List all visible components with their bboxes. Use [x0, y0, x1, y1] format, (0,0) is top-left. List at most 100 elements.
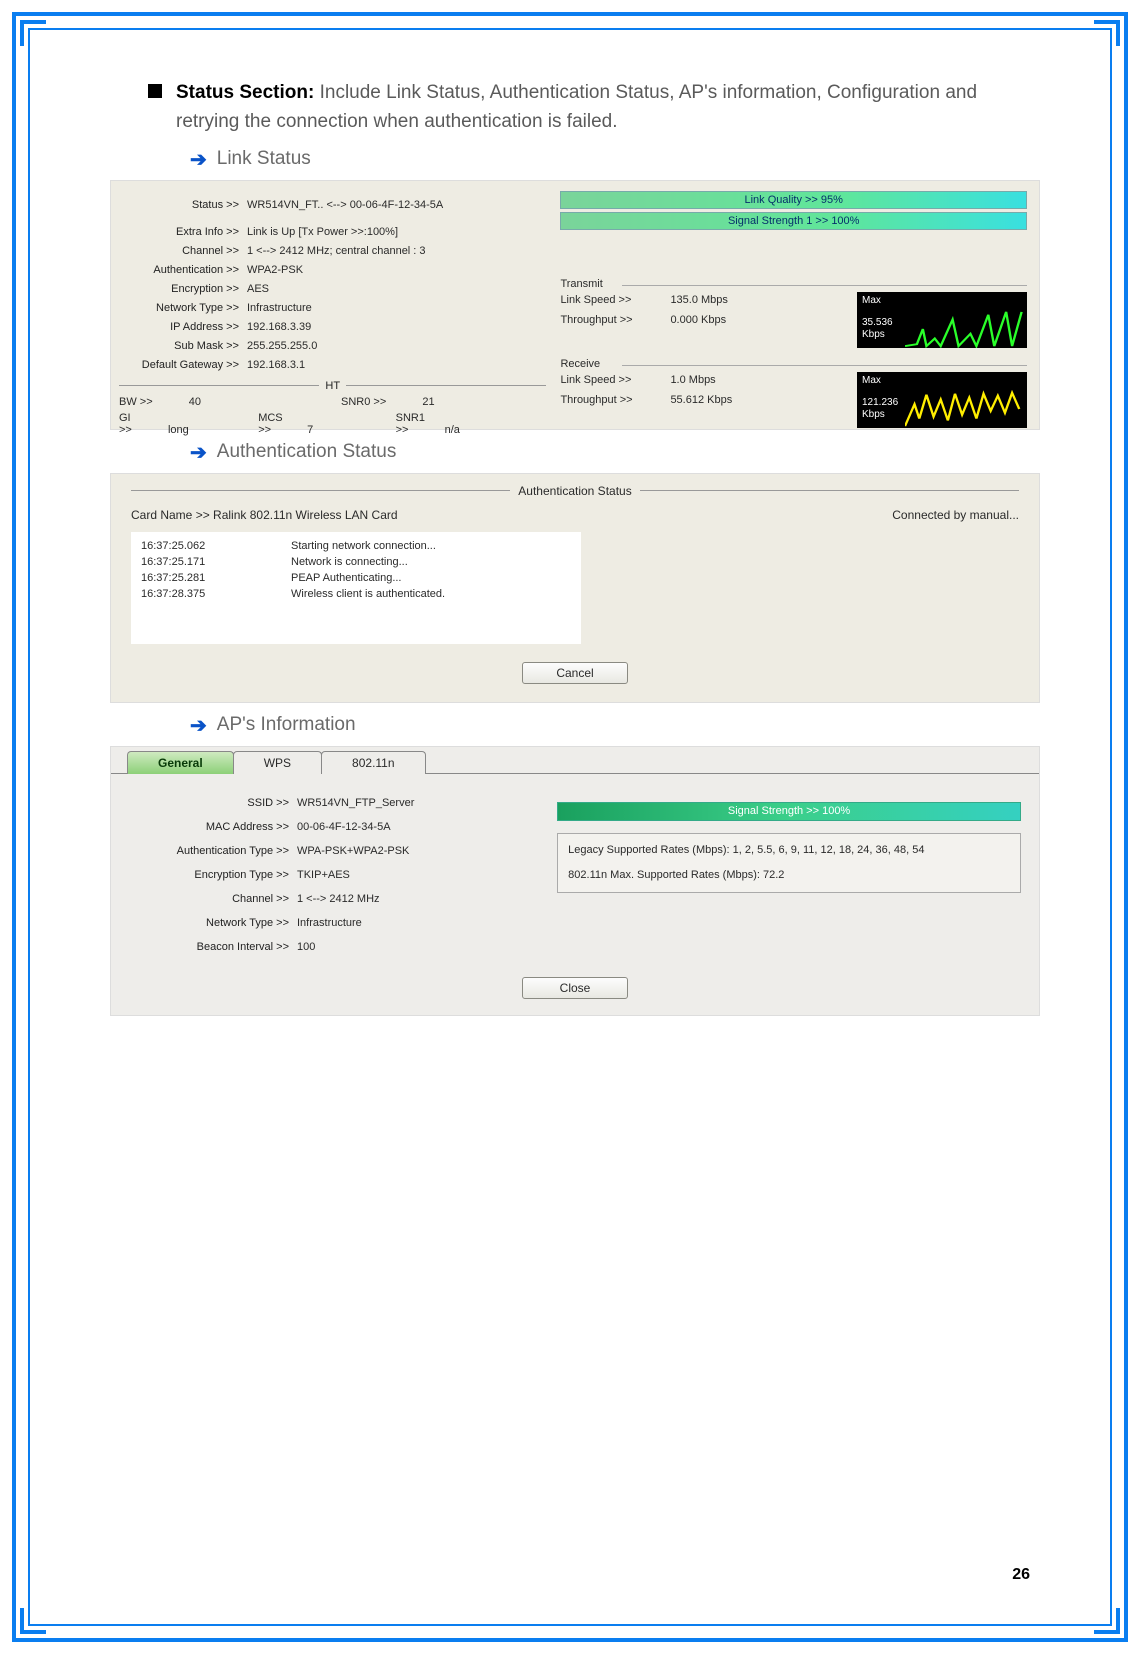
ls-status-v: WR514VN_FT.. <--> 00-06-4F-12-34-5A	[247, 197, 443, 214]
ls-gw-k: Default Gateway >>	[119, 357, 239, 374]
rx-section-label: Receive	[560, 358, 1027, 370]
ap-tabs: General WPS 802.11n	[111, 747, 1039, 774]
ls-mask-k: Sub Mask >>	[119, 338, 239, 355]
ls-mcs-k: MCS >>	[258, 412, 282, 436]
ls-snr1-v: n/a	[445, 424, 460, 436]
arrow-icon: ➔	[190, 147, 207, 172]
log-msg: Starting network connection...	[291, 538, 436, 554]
ls-gi-v: long	[168, 424, 189, 436]
ap-mac-k: MAC Address >>	[129, 819, 289, 836]
ls-channel-k: Channel >>	[119, 243, 239, 260]
link-quality-bar: Link Quality >> 95%	[560, 191, 1027, 209]
corner-bl	[20, 1608, 46, 1634]
log-msg: Network is connecting...	[291, 554, 408, 570]
ap-atype-k: Authentication Type >>	[129, 843, 289, 860]
rx-ls-k: Link Speed >>	[560, 374, 670, 386]
ap-mac-v: 00-06-4F-12-34-5A	[297, 819, 391, 836]
signal-strength-bar: Signal Strength 1 >> 100%	[560, 212, 1027, 230]
ls-extra-v: Link is Up [Tx Power >>:100%]	[247, 224, 398, 241]
sub-auth-status: ➔ Authentication Status	[190, 440, 1040, 465]
tx-meter: Max 35.536 Kbps	[857, 292, 1027, 348]
link-status-panel: Status >> WR514VN_FT.. <--> 00-06-4F-12-3…	[110, 180, 1040, 430]
tx-tp-v: 0.000 Kbps	[670, 314, 750, 326]
ls-channel-v: 1 <--> 2412 MHz; central channel : 3	[247, 243, 426, 260]
auth-conn: Connected by manual...	[892, 508, 1019, 522]
ls-mcs-v: 7	[307, 424, 313, 436]
ls-ntype-v: Infrastructure	[247, 300, 312, 317]
auth-log: 16:37:25.062Starting network connection.…	[131, 532, 581, 644]
tab-general[interactable]: General	[127, 751, 234, 774]
bullet-title: Status Section:	[176, 82, 314, 103]
tx-section-label: Transmit	[560, 278, 1027, 290]
arrow-icon: ➔	[190, 713, 207, 738]
ap-ch-k: Channel >>	[129, 891, 289, 908]
rx-max-label: Max	[862, 375, 1022, 387]
log-msg: PEAP Authenticating...	[291, 570, 401, 586]
sub-link-status-label: Link Status	[217, 148, 311, 170]
sub-link-status: ➔ Link Status	[190, 147, 1040, 172]
page-number: 26	[1012, 1566, 1030, 1584]
sub-ap-label: AP's Information	[217, 714, 356, 736]
ap-info-panel: General WPS 802.11n SSID >> WR514VN_FTP_S…	[110, 746, 1040, 1016]
log-ts: 16:37:25.171	[141, 554, 291, 570]
tab-wps[interactable]: WPS	[233, 751, 322, 774]
ls-snr1-k: SNR1 >>	[396, 412, 425, 436]
ls-ht-label: HT	[319, 380, 346, 392]
corner-br	[1094, 1608, 1120, 1634]
ls-bw-k: BW >>	[119, 396, 153, 408]
ls-enc-k: Encryption >>	[119, 281, 239, 298]
ap-etype-v: TKIP+AES	[297, 867, 350, 884]
status-section-bullet: Status Section: Include Link Status, Aut…	[148, 78, 1040, 137]
arrow-icon: ➔	[190, 440, 207, 465]
auth-card-v: Ralink 802.11n Wireless LAN Card	[213, 508, 398, 522]
ap-ch-v: 1 <--> 2412 MHz	[297, 891, 380, 908]
rx-tp-v: 55.612 Kbps	[670, 394, 750, 406]
log-ts: 16:37:25.062	[141, 538, 291, 554]
log-ts: 16:37:25.281	[141, 570, 291, 586]
log-msg: Wireless client is authenticated.	[291, 586, 445, 602]
ls-gw-v: 192.168.3.1	[247, 357, 305, 374]
ls-snr0-v: 21	[422, 396, 434, 408]
tx-ls-k: Link Speed >>	[560, 294, 670, 306]
ap-nt-k: Network Type >>	[129, 915, 289, 932]
ap-rates-legacy: Legacy Supported Rates (Mbps): 1, 2, 5.5…	[568, 842, 1010, 859]
ap-rates-11n: 802.11n Max. Supported Rates (Mbps): 72.…	[568, 867, 1010, 884]
ls-status-k: Status >>	[119, 197, 239, 214]
tx-max-label: Max	[862, 295, 1022, 307]
auth-title: Authentication Status	[510, 484, 639, 498]
ap-atype-v: WPA-PSK+WPA2-PSK	[297, 843, 409, 860]
ls-enc-v: AES	[247, 281, 269, 298]
ls-snr0-k: SNR0 >>	[341, 396, 386, 408]
ap-etype-k: Encryption Type >>	[129, 867, 289, 884]
ls-ip-k: IP Address >>	[119, 319, 239, 336]
corner-tl	[20, 20, 46, 46]
rx-ls-v: 1.0 Mbps	[670, 374, 750, 386]
rx-tp-k: Throughput >>	[560, 394, 670, 406]
tx-ls-v: 135.0 Mbps	[670, 294, 750, 306]
ls-mask-v: 255.255.255.0	[247, 338, 317, 355]
auth-status-panel: Authentication Status Card Name >> Ralin…	[110, 473, 1040, 703]
cancel-button[interactable]: Cancel	[522, 662, 628, 684]
ls-bw-v: 40	[189, 396, 201, 408]
ls-auth-k: Authentication >>	[119, 262, 239, 279]
ls-gi-k: GI >>	[119, 412, 132, 436]
auth-card-k: Card Name >>	[131, 508, 210, 522]
ls-ntype-k: Network Type >>	[119, 300, 239, 317]
ap-bi-v: 100	[297, 939, 315, 956]
ap-nt-v: Infrastructure	[297, 915, 362, 932]
ap-bi-k: Beacon Interval >>	[129, 939, 289, 956]
log-ts: 16:37:28.375	[141, 586, 291, 602]
close-button[interactable]: Close	[522, 977, 628, 999]
sub-auth-label: Authentication Status	[217, 441, 397, 463]
tx-tp-k: Throughput >>	[560, 314, 670, 326]
rx-meter: Max 121.236 Kbps	[857, 372, 1027, 428]
sub-ap-info: ➔ AP's Information	[190, 713, 1040, 738]
ls-auth-v: WPA2-PSK	[247, 262, 303, 279]
ap-ssid-k: SSID >>	[129, 795, 289, 812]
tab-80211n[interactable]: 802.11n	[321, 751, 426, 774]
square-bullet-icon	[148, 84, 162, 98]
ls-ip-v: 192.168.3.39	[247, 319, 311, 336]
ap-ssid-v: WR514VN_FTP_Server	[297, 795, 414, 812]
ap-signal-bar: Signal Strength >> 100%	[557, 802, 1021, 821]
corner-tr	[1094, 20, 1120, 46]
